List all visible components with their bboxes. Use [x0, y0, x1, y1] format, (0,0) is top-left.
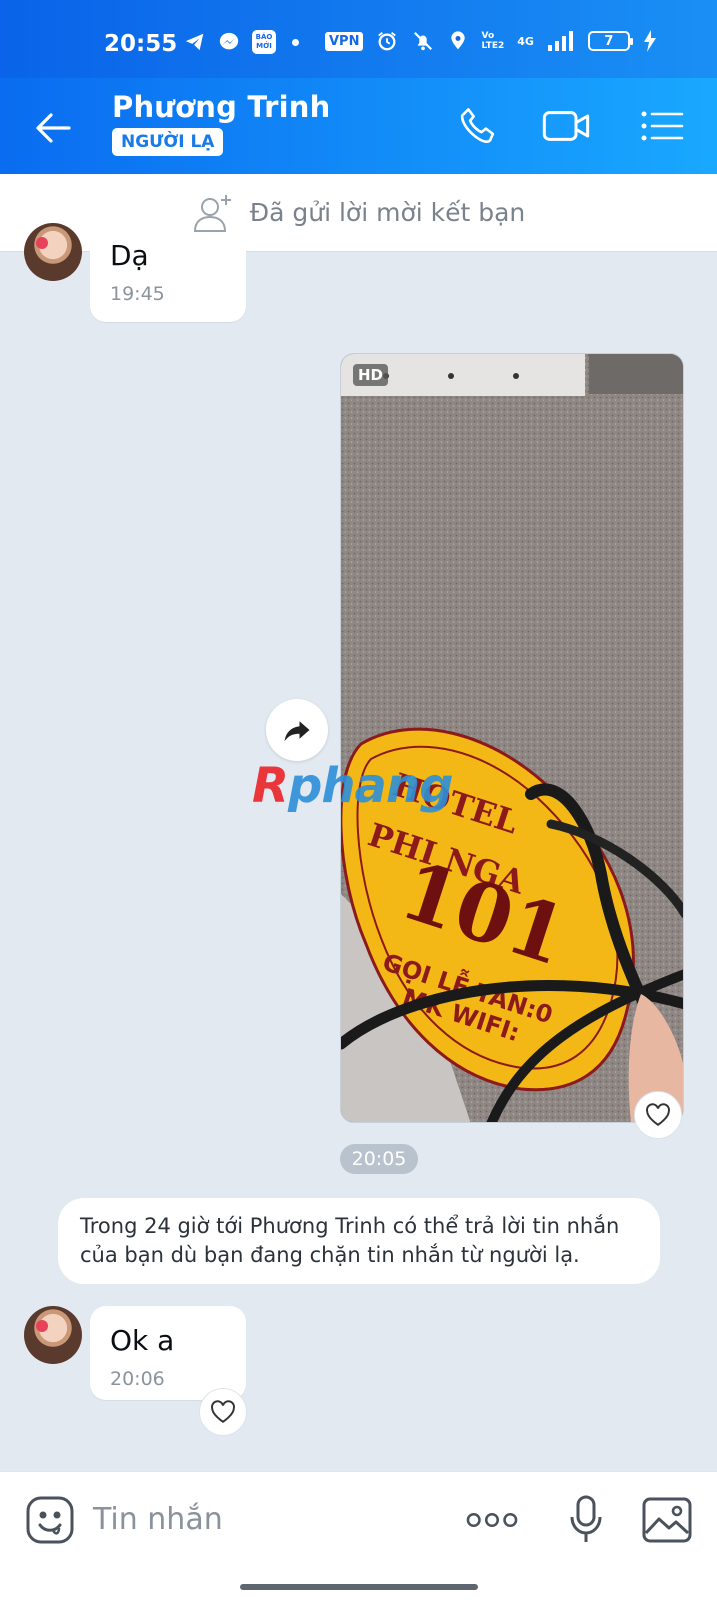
- message-input[interactable]: Tin nhắn: [93, 1502, 223, 1537]
- hd-badge: HD: [353, 364, 389, 386]
- menu-button[interactable]: [636, 100, 688, 152]
- list-menu-icon: [641, 111, 684, 141]
- heart-sticker-icon: [36, 1320, 48, 1332]
- emoji-button[interactable]: [24, 1494, 76, 1546]
- friend-request-banner: Đã gửi lời mời kết bạn: [0, 174, 717, 252]
- status-bar: 20:55 BÁO MỚI VPN Vo LTE2 4G 7: [0, 0, 717, 78]
- add-friend-icon: [193, 194, 231, 232]
- phone-icon: [460, 108, 495, 143]
- voice-call-button[interactable]: [452, 100, 504, 152]
- sticker-face-icon: [26, 1496, 74, 1544]
- photo-content: HOTEL PHI NGA 101 GỌI LỄ TÂN:0 MK WIFI:: [341, 354, 683, 1122]
- heart-sticker-icon: [36, 237, 48, 249]
- microphone-icon: [570, 1495, 602, 1542]
- mute-icon: [414, 31, 433, 51]
- image-gallery-icon: [642, 1497, 692, 1543]
- message-bubble[interactable]: Dạ 19:45: [90, 239, 246, 322]
- image-message[interactable]: HOTEL PHI NGA 101 GỌI LỄ TÂN:0 MK WIFI: …: [340, 353, 684, 1123]
- battery-indicator: 7: [587, 31, 633, 51]
- image-react-button[interactable]: [634, 1091, 682, 1139]
- heart-outline-icon: [211, 1400, 235, 1423]
- messenger-icon: [219, 32, 239, 50]
- status-time: 20:55: [104, 31, 178, 57]
- charging-icon: [643, 30, 656, 52]
- message-bubble[interactable]: Ok a 20:06: [90, 1306, 246, 1400]
- forward-button[interactable]: [266, 699, 328, 761]
- signal-icon: [547, 31, 573, 51]
- telegram-icon: [185, 33, 204, 51]
- image-time-pill: 20:05: [340, 1144, 418, 1174]
- more-options-button[interactable]: [466, 1494, 518, 1546]
- video-camera-icon: [542, 111, 590, 141]
- friend-request-text: Đã gửi lời mời kết bạn: [249, 198, 526, 227]
- alarm-icon: [378, 32, 397, 51]
- video-call-button[interactable]: [540, 100, 592, 152]
- contact-avatar[interactable]: [24, 1306, 82, 1364]
- dot-icon: [292, 38, 299, 46]
- notification-icons: BÁO MỚI: [184, 30, 299, 54]
- message-text: Dạ: [110, 239, 149, 272]
- baomoi-icon: BÁO MỚI: [252, 30, 276, 54]
- voice-record-button[interactable]: [560, 1494, 612, 1546]
- network-type: 4G: [517, 34, 534, 48]
- system-notice: Trong 24 giờ tới Phương Trinh có thể trả…: [58, 1198, 660, 1284]
- back-button[interactable]: [33, 108, 73, 148]
- heart-outline-icon: [646, 1103, 670, 1126]
- system-icons: VPN Vo LTE2 4G 7: [325, 30, 657, 52]
- message-input-bar: Tin nhắn: [0, 1471, 717, 1600]
- share-arrow-icon: [284, 721, 310, 742]
- home-indicator[interactable]: [240, 1584, 478, 1590]
- message-time: 20:06: [110, 1368, 165, 1390]
- more-dots-icon: [466, 1512, 518, 1528]
- volte-icon: Vo LTE2: [481, 31, 505, 51]
- message-text: Ok a: [110, 1324, 175, 1357]
- message-time: 19:45: [110, 283, 165, 305]
- location-icon: [451, 31, 466, 50]
- contact-name[interactable]: Phương Trinh: [112, 90, 331, 124]
- stranger-badge: NGƯỜI LẠ: [112, 128, 224, 156]
- vpn-badge: VPN: [325, 31, 364, 51]
- arrow-left-icon: [36, 113, 71, 143]
- contact-avatar[interactable]: [24, 223, 82, 281]
- message-react-button[interactable]: [199, 1388, 247, 1436]
- chat-area: Dạ 19:45 HOTEL PHI NGA 101 GỌI LỄ TÂN:0: [0, 223, 717, 1471]
- watermark: Rphang: [252, 758, 453, 814]
- chat-header: Phương Trinh NGƯỜI LẠ: [0, 78, 717, 174]
- gallery-button[interactable]: [641, 1494, 693, 1546]
